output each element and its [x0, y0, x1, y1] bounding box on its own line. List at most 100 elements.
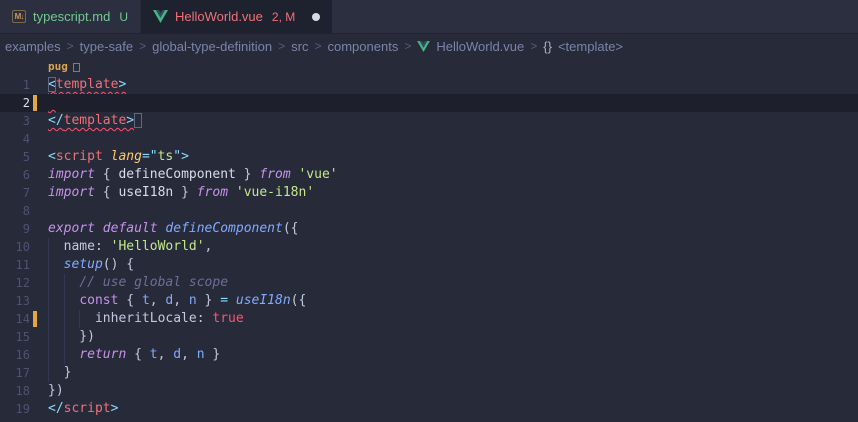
code-line[interactable]: 3 </template>	[0, 112, 858, 130]
tab-typescript-md[interactable]: M↓ typescript.md U	[0, 0, 141, 33]
breadcrumb-item-type-safe[interactable]: type-safe	[80, 39, 133, 54]
code-line[interactable]: 13 const { t, d, n } = useI18n({	[0, 292, 858, 310]
token: {	[95, 167, 118, 182]
git-modified-marker	[33, 95, 37, 111]
token	[103, 149, 111, 164]
breadcrumb-item-global-type-definition[interactable]: global-type-definition	[152, 39, 272, 54]
token: import	[48, 167, 95, 182]
token: setup	[64, 257, 103, 272]
token: useI18n	[236, 293, 291, 308]
token	[48, 293, 79, 308]
token: from	[197, 185, 228, 200]
token: :	[197, 311, 213, 326]
code-text: </template>	[48, 112, 142, 130]
code-line[interactable]: 2	[0, 94, 858, 112]
line-number[interactable]: 12	[0, 274, 30, 292]
code-text: })	[48, 382, 64, 400]
code-text: <script lang="ts">	[48, 148, 189, 166]
code-line[interactable]: 7 import { useI18n } from 'vue-i18n'	[0, 184, 858, 202]
language-hint-pug[interactable]: pug	[48, 59, 80, 74]
token: d	[173, 347, 181, 362]
line-number[interactable]: 11	[0, 256, 30, 274]
code-line[interactable]: 5 <script lang="ts">	[0, 148, 858, 166]
code-line[interactable]: 8	[0, 202, 858, 220]
chevron-right-icon: >	[314, 39, 321, 53]
line-number[interactable]: 2	[0, 94, 30, 112]
token: t	[142, 293, 150, 308]
line-number[interactable]: 13	[0, 292, 30, 310]
code-line[interactable]: 17 }	[0, 364, 858, 382]
token: }	[236, 167, 259, 182]
breadcrumb-item-examples[interactable]: examples	[5, 39, 61, 54]
hint-box-icon	[73, 63, 80, 72]
git-modified-marker	[33, 311, 37, 327]
token: ,	[181, 347, 197, 362]
token: true	[212, 311, 243, 326]
code-area: 1<template>2 3 </template> 45 <script lang…	[0, 76, 858, 418]
code-editor: pug 1<template>2 3 </template> 45 <script …	[0, 58, 858, 418]
line-number[interactable]: 5	[0, 148, 30, 166]
tab-problems-status: 2, M	[272, 10, 295, 24]
code-line[interactable]: 11 setup() {	[0, 256, 858, 274]
code-line[interactable]: 15 })	[0, 328, 858, 346]
code-line[interactable]: 1<template>	[0, 76, 858, 94]
token: ,	[173, 293, 189, 308]
line-number[interactable]: 14	[0, 310, 30, 328]
code-line[interactable]: 6import { defineComponent } from 'vue'	[0, 166, 858, 184]
token: }	[173, 185, 196, 200]
code-text: const { t, d, n } = useI18n({	[48, 292, 306, 310]
unsaved-dot-icon[interactable]	[312, 13, 320, 21]
token: ,	[205, 239, 213, 254]
line-number[interactable]: 9	[0, 220, 30, 238]
hint-row: pug	[0, 58, 858, 76]
code-text: import { useI18n } from 'vue-i18n'	[48, 184, 314, 202]
token: from	[259, 167, 290, 182]
code-line[interactable]: 10 name: 'HelloWorld',	[0, 238, 858, 256]
line-number[interactable]: 10	[0, 238, 30, 256]
line-number[interactable]: 16	[0, 346, 30, 364]
line-number[interactable]: 19	[0, 400, 30, 418]
chevron-right-icon: >	[139, 39, 146, 53]
code-line[interactable]: 18})	[0, 382, 858, 400]
line-number[interactable]: 17	[0, 364, 30, 382]
token: >	[111, 401, 119, 416]
code-line[interactable]: 14 inheritLocale: true	[0, 310, 858, 328]
code-text: }	[48, 364, 71, 382]
token: const	[79, 293, 118, 308]
token: "	[173, 149, 181, 164]
token: }	[205, 347, 221, 362]
markdown-icon: M↓	[12, 10, 26, 23]
code-text: })	[48, 328, 95, 346]
line-number[interactable]: 4	[0, 130, 30, 148]
line-number[interactable]: 1	[0, 76, 30, 94]
line-number[interactable]: 15	[0, 328, 30, 346]
tab-helloworld-vue[interactable]: HelloWorld.vue 2, M	[141, 0, 332, 33]
token: "	[150, 149, 158, 164]
token	[48, 347, 79, 362]
code-line[interactable]: 19 </script>	[0, 400, 858, 418]
breadcrumb-item-components[interactable]: components	[328, 39, 399, 54]
breadcrumb-item-file[interactable]: HelloWorld.vue	[436, 39, 524, 54]
line-number[interactable]: 8	[0, 202, 30, 220]
token: defineComponent	[165, 221, 282, 236]
token	[134, 113, 142, 128]
breadcrumb-item-src[interactable]: src	[291, 39, 308, 54]
token: ts	[158, 149, 174, 164]
code-text: </script>	[48, 400, 118, 418]
code-line[interactable]: 12 // use global scope	[0, 274, 858, 292]
token-with-error-squiggle: </	[48, 113, 64, 128]
token: inheritLocale	[48, 311, 197, 326]
breadcrumb-item-symbol-template[interactable]: <template>	[558, 39, 623, 54]
token: export	[48, 221, 95, 236]
code-line[interactable]: 16 return { t, d, n }	[0, 346, 858, 364]
token: >	[181, 149, 189, 164]
line-number[interactable]: 3	[0, 112, 30, 130]
token: })	[48, 383, 64, 398]
line-number[interactable]: 7	[0, 184, 30, 202]
line-number[interactable]: 6	[0, 166, 30, 184]
code-line[interactable]: 4	[0, 130, 858, 148]
line-number[interactable]: 18	[0, 382, 30, 400]
code-line[interactable]: 9export default defineComponent({	[0, 220, 858, 238]
token: import	[48, 185, 95, 200]
token: 'vue'	[298, 167, 337, 182]
